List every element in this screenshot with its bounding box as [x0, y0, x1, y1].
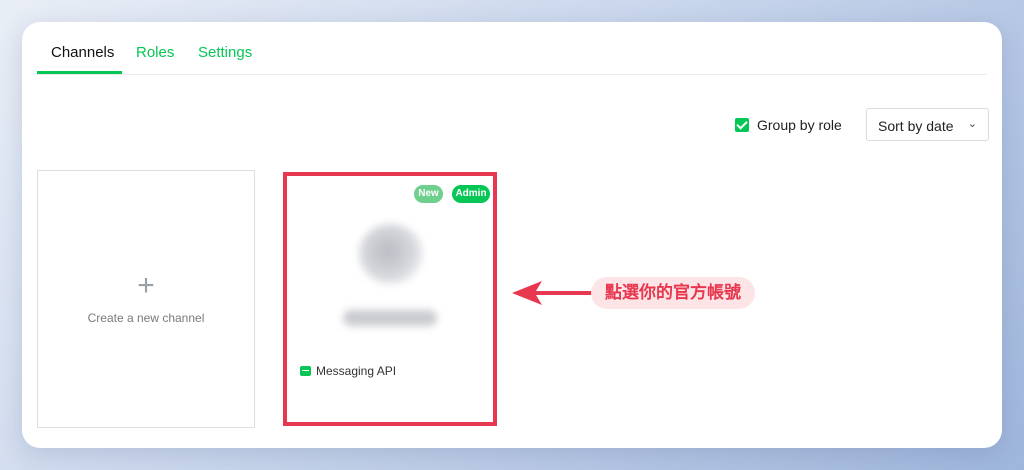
tab-bar: Channels Roles Settings: [37, 22, 987, 75]
message-icon: [300, 366, 311, 376]
admin-badge: Admin: [452, 185, 490, 203]
new-badge: New: [414, 185, 443, 203]
chevron-down-icon: ⌄: [967, 118, 977, 130]
channel-card[interactable]: New Admin Messaging API: [283, 172, 497, 426]
plus-icon: +: [137, 269, 155, 302]
create-channel-label: Create a new channel: [87, 311, 205, 325]
tab-settings[interactable]: Settings: [198, 44, 252, 61]
tab-channels[interactable]: Channels: [51, 44, 114, 61]
group-by-role-label: Group by role: [757, 117, 842, 133]
annotation-callout: 點選你的官方帳號: [591, 277, 755, 309]
tab-roles[interactable]: Roles: [136, 44, 174, 61]
group-by-role-checkbox[interactable]: Group by role: [735, 117, 842, 133]
pointer-arrow-icon: [512, 281, 592, 305]
channel-avatar: [359, 224, 423, 284]
create-channel-card[interactable]: + Create a new channel: [37, 170, 255, 428]
channel-type: Messaging API: [300, 364, 396, 378]
checkbox-checked-icon[interactable]: [735, 118, 749, 132]
sort-dropdown[interactable]: Sort by date ⌄: [866, 108, 989, 141]
active-tab-indicator: [37, 71, 122, 74]
sort-dropdown-value: Sort by date: [878, 118, 954, 134]
channel-name-blurred: [343, 310, 437, 326]
channel-type-label: Messaging API: [316, 364, 397, 378]
main-panel: Channels Roles Settings Group by role So…: [22, 22, 1002, 448]
